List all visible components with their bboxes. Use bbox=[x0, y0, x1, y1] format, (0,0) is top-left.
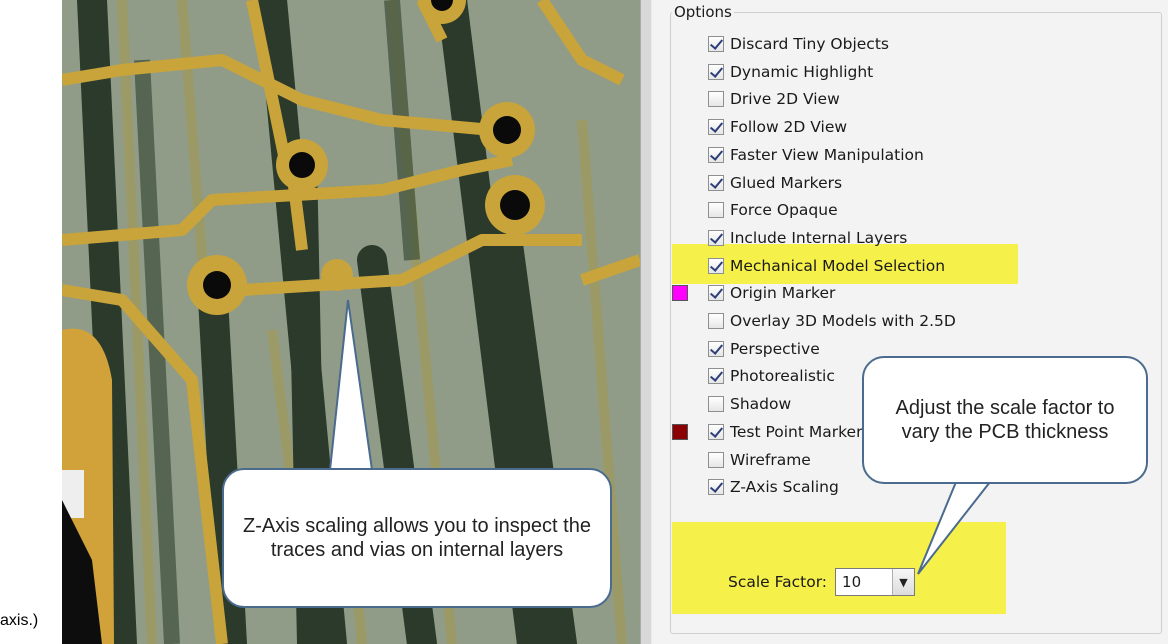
option-checkbox[interactable] bbox=[708, 423, 724, 440]
option-glued-markers[interactable]: Glued Markers bbox=[708, 172, 842, 194]
option-label: Force Opaque bbox=[730, 201, 838, 220]
option-test-point-markers[interactable]: Test Point Markers bbox=[708, 421, 871, 443]
callout-z-axis-scaling: Z-Axis scaling allows you to inspect the… bbox=[222, 468, 612, 608]
option-include-internal-layers[interactable]: Include Internal Layers bbox=[708, 227, 907, 249]
option-checkbox[interactable] bbox=[708, 119, 724, 136]
option-label: Z-Axis Scaling bbox=[730, 478, 839, 497]
option-checkbox[interactable] bbox=[708, 63, 724, 80]
option-label: Photorealistic bbox=[730, 367, 835, 386]
option-label: Perspective bbox=[730, 339, 820, 358]
option-shadow[interactable]: Shadow bbox=[708, 393, 791, 415]
option-checkbox[interactable] bbox=[708, 285, 724, 302]
option-z-axis-scaling[interactable]: Z-Axis Scaling bbox=[708, 476, 839, 498]
option-checkbox[interactable] bbox=[708, 368, 724, 385]
option-checkbox[interactable] bbox=[708, 340, 724, 357]
option-wireframe[interactable]: Wireframe bbox=[708, 449, 811, 471]
option-label: Shadow bbox=[730, 395, 792, 414]
callout-scale-factor: Adjust the scale factor to vary the PCB … bbox=[862, 356, 1148, 484]
option-dynamic-highlight[interactable]: Dynamic Highlight bbox=[708, 61, 873, 83]
option-checkbox[interactable] bbox=[708, 202, 724, 219]
option-photorealistic[interactable]: Photorealistic bbox=[708, 365, 835, 387]
options-group-title: Options bbox=[672, 3, 734, 21]
option-perspective[interactable]: Perspective bbox=[708, 338, 820, 360]
option-label: Follow 2D View bbox=[730, 118, 848, 137]
option-drive-2d-view[interactable]: Drive 2D View bbox=[708, 88, 840, 110]
option-origin-marker[interactable]: Origin Marker bbox=[708, 282, 835, 304]
option-checkbox[interactable] bbox=[708, 479, 724, 496]
option-label: Discard Tiny Objects bbox=[730, 35, 889, 53]
color-swatch[interactable] bbox=[672, 423, 688, 440]
option-label: Dynamic Highlight bbox=[730, 62, 874, 81]
scale-factor-row: Scale Factor: 10 ▼ bbox=[728, 568, 916, 596]
option-label: Overlay 3D Models with 2.5D bbox=[730, 312, 956, 330]
panel-divider[interactable] bbox=[640, 0, 652, 644]
options-panel: Options Discard Tiny Objects Dynamic High… bbox=[652, 0, 1168, 644]
option-mechanical-model-selection[interactable]: Mechanical Model Selection bbox=[708, 255, 945, 277]
color-swatch[interactable] bbox=[672, 285, 688, 302]
option-checkbox[interactable] bbox=[708, 313, 724, 329]
scale-factor-combobox[interactable]: 10 ▼ bbox=[835, 568, 916, 596]
option-discard-tiny-objects[interactable]: Discard Tiny Objects bbox=[708, 33, 889, 55]
option-checkbox[interactable] bbox=[708, 91, 724, 108]
option-label: Mechanical Model Selection bbox=[730, 256, 946, 275]
option-checkbox[interactable] bbox=[708, 257, 724, 274]
option-overlay-3d-models-with-2-5d[interactable]: Overlay 3D Models with 2.5D bbox=[708, 310, 956, 332]
callout-right-text: Adjust the scale factor to vary the PCB … bbox=[895, 397, 1115, 443]
option-label: Origin Marker bbox=[730, 284, 836, 303]
option-label: Test Point Markers bbox=[730, 422, 871, 441]
option-label: Faster View Manipulation bbox=[730, 145, 924, 164]
option-checkbox[interactable] bbox=[708, 451, 724, 468]
option-checkbox[interactable] bbox=[708, 229, 724, 246]
option-label: Wireframe bbox=[730, 450, 811, 469]
caption-fragment: axis.) bbox=[0, 612, 39, 629]
option-follow-2d-view[interactable]: Follow 2D View bbox=[708, 116, 847, 138]
option-force-opaque[interactable]: Force Opaque bbox=[708, 199, 838, 221]
option-checkbox[interactable] bbox=[708, 396, 724, 413]
option-faster-view-manipulation[interactable]: Faster View Manipulation bbox=[708, 144, 924, 166]
option-label: Include Internal Layers bbox=[730, 228, 908, 247]
option-label: Glued Markers bbox=[730, 173, 843, 192]
option-checkbox[interactable] bbox=[708, 174, 724, 191]
option-checkbox[interactable] bbox=[708, 146, 724, 163]
option-label: Drive 2D View bbox=[730, 90, 840, 109]
callout-left-text: Z-Axis scaling allows you to inspect the… bbox=[243, 515, 591, 561]
option-checkbox[interactable] bbox=[708, 36, 724, 52]
scale-factor-value: 10 bbox=[842, 573, 862, 591]
chevron-down-icon[interactable]: ▼ bbox=[892, 569, 915, 595]
scale-factor-label: Scale Factor: bbox=[728, 573, 828, 591]
